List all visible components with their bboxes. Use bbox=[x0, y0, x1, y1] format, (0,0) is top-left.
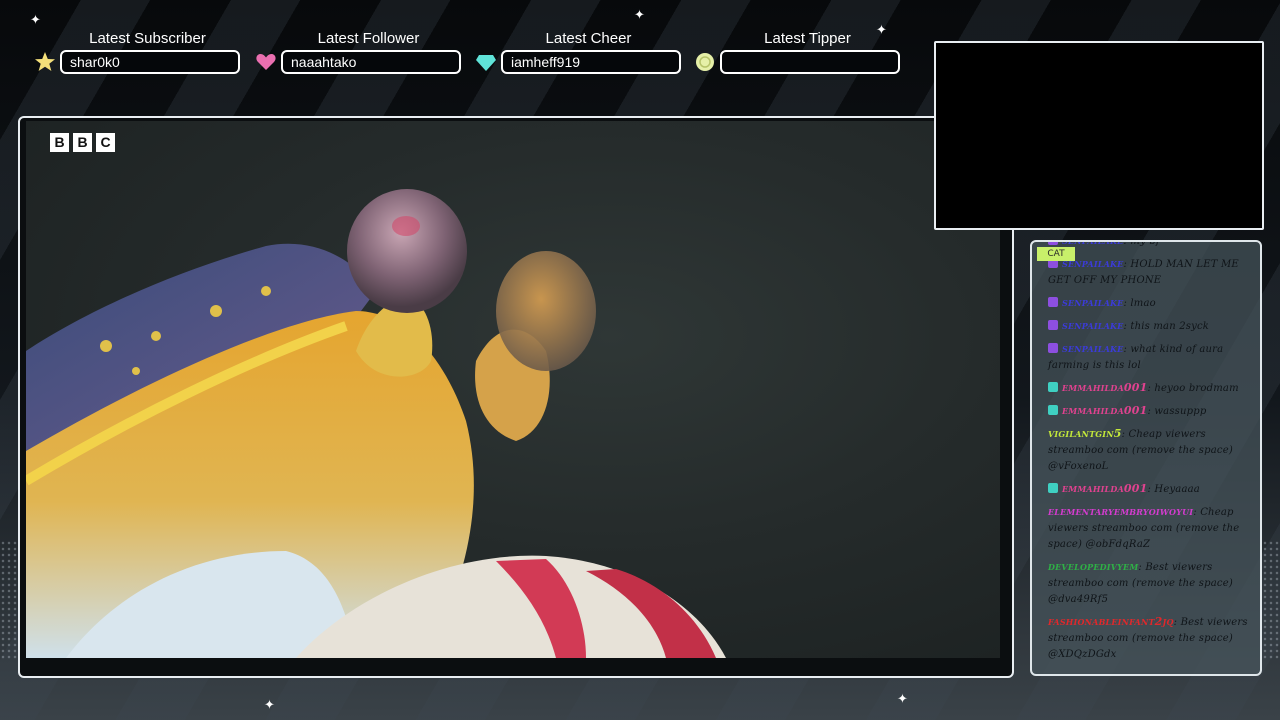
user-badge-icon bbox=[1048, 405, 1058, 415]
chat-message: senpailake: what kind of aura farming is… bbox=[1048, 341, 1260, 374]
chat-message: emmahilda001: heyoo brodmam bbox=[1048, 380, 1260, 397]
video-frame: B B C bbox=[18, 116, 1014, 678]
sparkle-icon: ✦ bbox=[634, 8, 645, 23]
bbc-logo-letter: B bbox=[73, 133, 92, 152]
chat-text: Heyaaaa bbox=[1154, 484, 1200, 495]
chat-username[interactable]: vigilantgin5 bbox=[1048, 427, 1122, 440]
chat-username[interactable]: senpailake bbox=[1062, 319, 1123, 332]
chat-text: my bf bbox=[1130, 240, 1160, 247]
bbc-logo-letter: C bbox=[96, 133, 115, 152]
diamond-icon bbox=[476, 55, 496, 71]
coin-icon bbox=[696, 53, 714, 71]
user-badge-icon bbox=[1048, 382, 1058, 392]
user-badge-icon bbox=[1048, 483, 1058, 493]
chat-message: fashionableinfant2jq: Best viewers strea… bbox=[1048, 614, 1260, 663]
user-badge-icon bbox=[1048, 242, 1058, 245]
sparkle-icon: ✦ bbox=[264, 698, 275, 713]
latest-follower-value: naaahtako bbox=[281, 50, 461, 74]
chat-message: senpailake: this man 2syck bbox=[1048, 318, 1260, 335]
sparkle-icon: ✦ bbox=[897, 692, 908, 707]
chat-message: emmahilda001: Heyaaaa bbox=[1048, 481, 1260, 498]
chat-username[interactable]: senpailake bbox=[1062, 342, 1123, 355]
chat-username[interactable]: emmahilda001 bbox=[1062, 404, 1147, 417]
cat-badge: CAT bbox=[1037, 247, 1075, 261]
chat-text: this man 2syck bbox=[1130, 321, 1210, 332]
bbc-logo: B B C bbox=[50, 133, 115, 152]
stat-title: Latest Follower bbox=[317, 30, 420, 47]
stat-title: Latest Tipper bbox=[764, 30, 851, 47]
chat-username[interactable]: developedivyem bbox=[1048, 560, 1138, 573]
latest-tipper-value bbox=[720, 50, 900, 74]
chat-message: vigilantgin5: Cheap viewers streamboo co… bbox=[1048, 426, 1260, 475]
chat-username[interactable]: senpailake bbox=[1062, 296, 1123, 309]
chat-message: developedivyem: Best viewers streamboo c… bbox=[1048, 559, 1260, 608]
chat-message: senpailake: lmao bbox=[1048, 295, 1260, 312]
bbc-logo-letter: B bbox=[50, 133, 69, 152]
chat-message: senpailake: my bf bbox=[1048, 240, 1260, 250]
chat-message: emmahilda001: wassuppp bbox=[1048, 403, 1260, 420]
chat-separator: : bbox=[1121, 429, 1129, 440]
chat-message: elementaryembryoiwoyui: Cheap viewers st… bbox=[1048, 504, 1260, 553]
latest-cheer-value: iamheff919 bbox=[501, 50, 681, 74]
crab-video-frame bbox=[26, 189, 726, 658]
stat-title: Latest Subscriber bbox=[89, 30, 206, 47]
sparkle-icon: ✦ bbox=[30, 13, 41, 28]
chat-text: heyoo brodmam bbox=[1154, 383, 1239, 394]
heart-icon bbox=[256, 54, 276, 70]
webcam-frame bbox=[934, 41, 1264, 230]
chat-text: lmao bbox=[1130, 298, 1156, 309]
latest-subscriber-value: shar0k0 bbox=[60, 50, 240, 74]
chat-message-list: senpailake: hiiisenpailake: my bfsenpail… bbox=[1048, 240, 1260, 669]
user-badge-icon bbox=[1048, 297, 1058, 307]
video-player[interactable]: B B C bbox=[26, 121, 1000, 658]
chat-panel[interactable]: senpailake: hiiisenpailake: my bfsenpail… bbox=[1030, 240, 1262, 676]
chat-separator: : bbox=[1173, 617, 1181, 628]
star-icon bbox=[35, 52, 55, 71]
chat-message: senpailake: HOLD MAN LET ME GET OFF MY P… bbox=[1048, 256, 1260, 289]
chat-username[interactable]: elementaryembryoiwoyui bbox=[1048, 505, 1193, 518]
chat-username[interactable]: emmahilda001 bbox=[1062, 381, 1147, 394]
chat-username[interactable]: senpailake bbox=[1062, 242, 1123, 247]
stat-title: Latest Cheer bbox=[545, 30, 632, 47]
user-badge-icon bbox=[1048, 320, 1058, 330]
chat-text: wassuppp bbox=[1154, 406, 1207, 417]
dot-pattern-right bbox=[1262, 540, 1280, 660]
chat-username[interactable]: fashionableinfant2jq bbox=[1048, 615, 1174, 628]
user-badge-icon bbox=[1048, 343, 1058, 353]
chat-username[interactable]: emmahilda001 bbox=[1062, 482, 1147, 495]
